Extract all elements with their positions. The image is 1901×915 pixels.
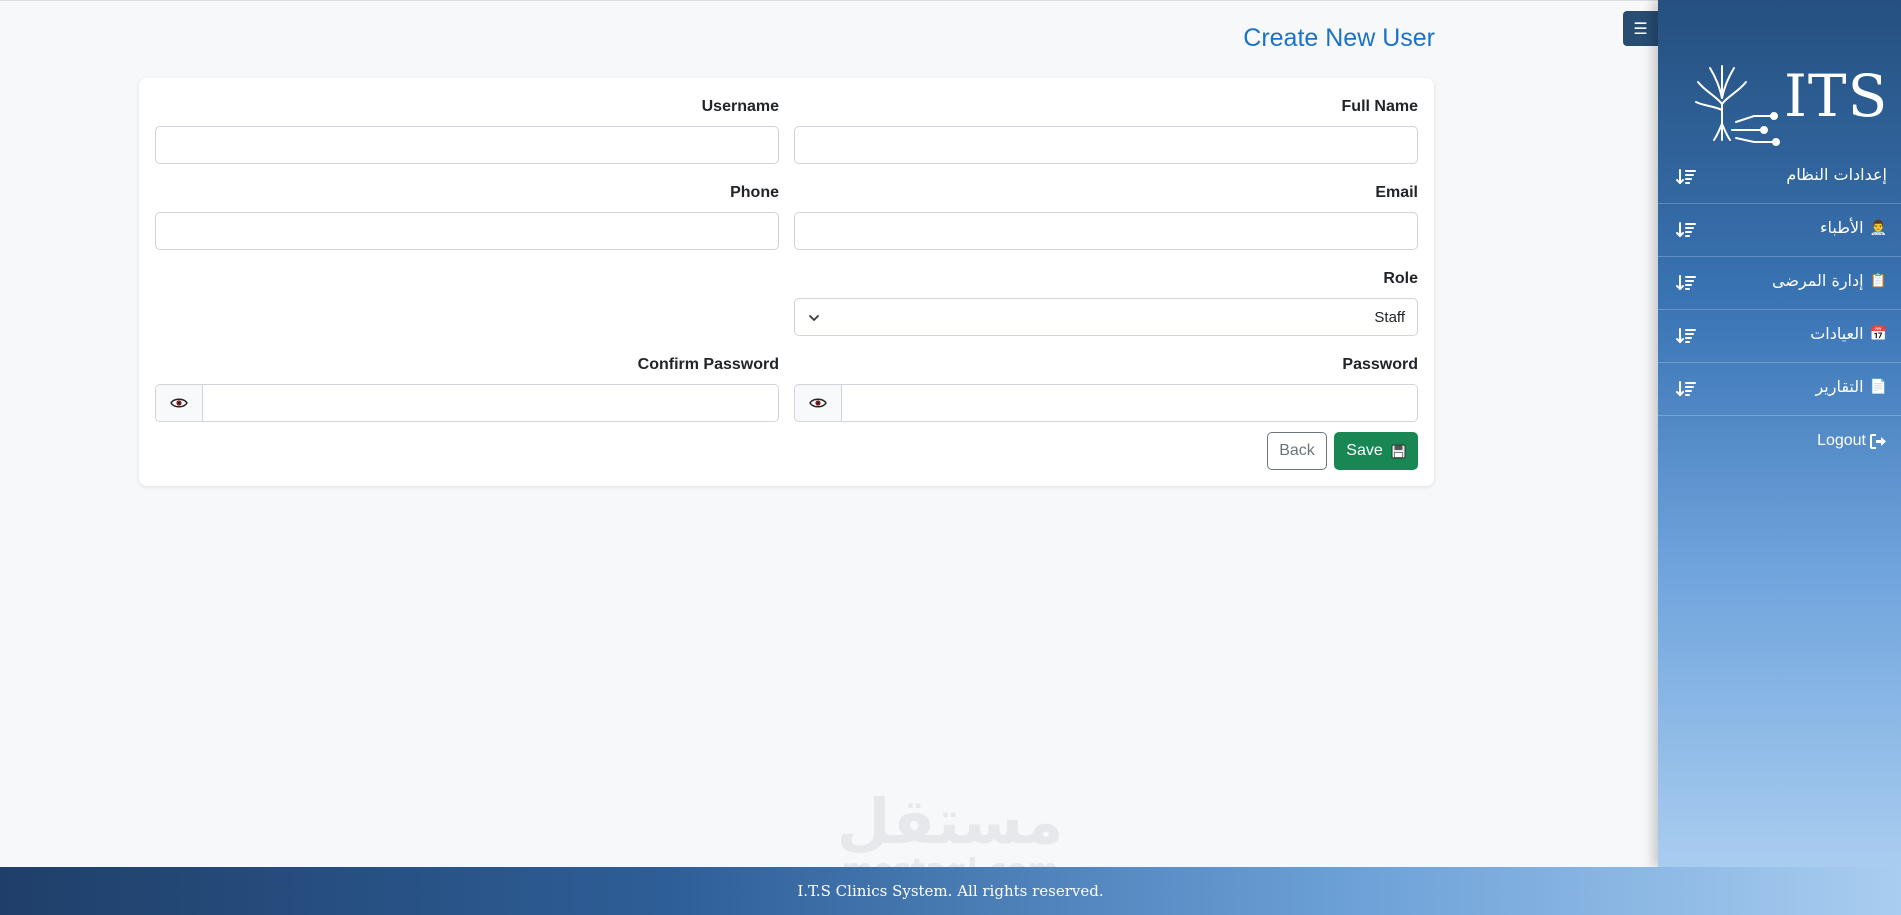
back-button[interactable]: Back — [1267, 432, 1327, 470]
confirm-password-input[interactable] — [203, 385, 778, 421]
email-input[interactable] — [794, 212, 1418, 250]
back-button-label: Back — [1279, 442, 1315, 459]
role-selected-value: Staff — [1374, 309, 1405, 326]
sidebar-item-doctors[interactable]: 👨‍⚕️ الأطباء — [1658, 204, 1901, 257]
full-name-label: Full Name — [1341, 98, 1418, 115]
sidebar-item-label: 📅 العيادات — [1810, 324, 1887, 343]
sidebar-item-text: إدارة المرضى — [1772, 271, 1864, 290]
sidebar-toggle-button[interactable]: ☰ — [1623, 11, 1658, 46]
sort-descending-icon — [1676, 275, 1696, 291]
eye-icon — [809, 398, 827, 408]
sidebar-item-text: التقارير — [1815, 377, 1864, 396]
sidebar-item-text: إعدادات النظام — [1786, 165, 1887, 184]
toggle-password-visibility-button[interactable] — [795, 385, 842, 421]
sort-descending-icon — [1676, 169, 1696, 185]
save-button-label: Save — [1346, 442, 1383, 459]
create-user-form: Full Name Username Email Phone Role Staf… — [139, 78, 1434, 486]
logout-link[interactable]: Logout — [1817, 432, 1887, 450]
sidebar-item-reports[interactable]: 📄 التقارير — [1658, 363, 1901, 416]
tree-circuit-logo-icon — [1695, 65, 1780, 146]
watermark-arabic-text: مستقل — [836, 785, 1064, 858]
sidebar-item-label: 📄 التقارير — [1815, 377, 1887, 396]
sidebar-item-label: إعدادات النظام — [1786, 165, 1887, 184]
sort-descending-icon — [1676, 328, 1696, 344]
sort-descending-icon — [1676, 381, 1696, 397]
sidebar-item-text: العيادات — [1810, 324, 1864, 343]
doctor-icon: 👨‍⚕️ — [1869, 219, 1887, 236]
phone-input[interactable] — [155, 212, 779, 250]
sidebar: ITS إعدادات النظام 👨‍⚕️ الأطباء 📋 إدار — [1658, 0, 1901, 867]
password-input[interactable] — [842, 385, 1417, 421]
username-label: Username — [701, 98, 779, 115]
confirm-password-label: Confirm Password — [637, 356, 779, 373]
its-logo: ITS — [1692, 62, 1887, 146]
full-name-input[interactable] — [794, 126, 1418, 164]
phone-label: Phone — [730, 184, 779, 201]
eye-icon — [170, 398, 188, 408]
sidebar-item-patients[interactable]: 📋 إدارة المرضى — [1658, 257, 1901, 310]
sidebar-item-text: الأطباء — [1820, 218, 1864, 237]
role-select[interactable]: Staff — [794, 298, 1418, 336]
logout-label: Logout — [1817, 432, 1866, 449]
clipboard-icon: 📋 — [1869, 272, 1887, 289]
logo-text: ITS — [1784, 62, 1889, 130]
calendar-icon: 📅 — [1869, 325, 1887, 342]
sidebar-item-system-settings[interactable]: إعدادات النظام — [1658, 151, 1901, 204]
top-border — [0, 0, 1658, 1]
confirm-password-input-group — [155, 384, 779, 422]
password-label: Password — [1342, 356, 1418, 373]
username-input[interactable] — [155, 126, 779, 164]
floppy-disk-icon — [1391, 444, 1406, 458]
footer-copyright: I.T.S Clinics System. All rights reserve… — [797, 882, 1104, 900]
save-button[interactable]: Save — [1334, 432, 1418, 470]
hamburger-menu-icon: ☰ — [1633, 19, 1648, 38]
sort-descending-icon — [1676, 222, 1696, 238]
sign-out-icon — [1870, 433, 1886, 449]
footer: I.T.S Clinics System. All rights reserve… — [0, 867, 1901, 915]
chevron-down-icon — [809, 315, 819, 321]
sidebar-item-label: 👨‍⚕️ الأطباء — [1820, 218, 1887, 237]
toggle-confirm-password-visibility-button[interactable] — [156, 385, 203, 421]
password-input-group — [794, 384, 1418, 422]
email-label: Email — [1375, 184, 1418, 201]
role-label: Role — [1383, 270, 1418, 287]
sidebar-item-label: 📋 إدارة المرضى — [1772, 271, 1887, 290]
sidebar-item-clinics[interactable]: 📅 العيادات — [1658, 310, 1901, 363]
document-icon: 📄 — [1869, 378, 1887, 395]
page-title: Create New User — [1243, 24, 1435, 52]
